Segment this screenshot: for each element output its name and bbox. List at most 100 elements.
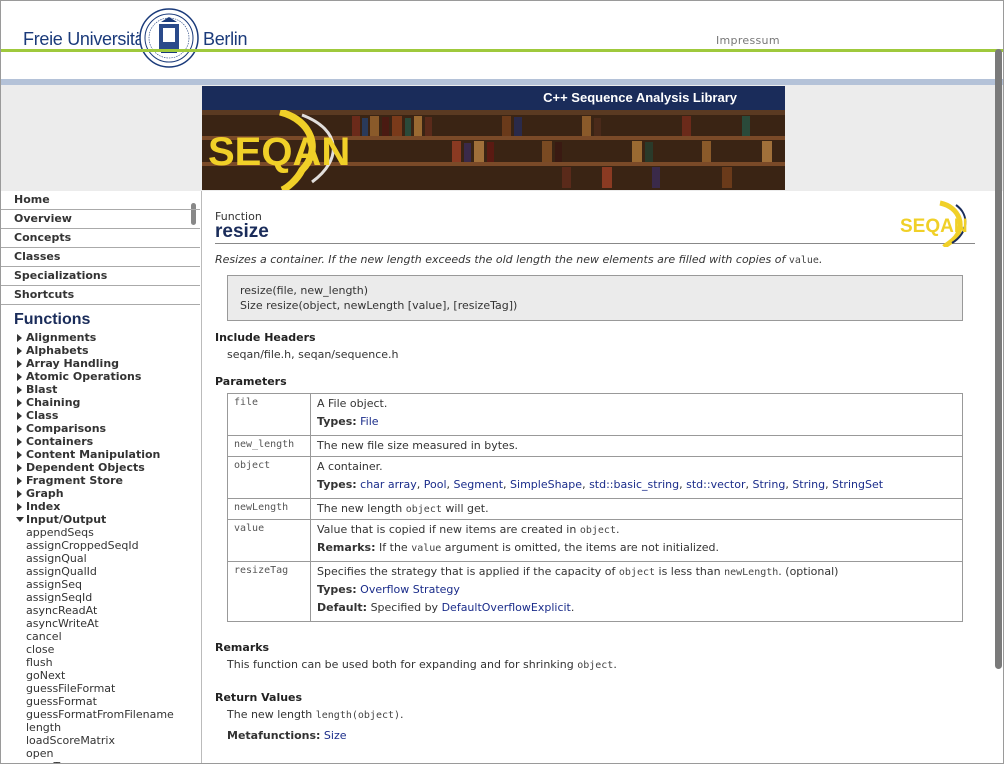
category-input-output[interactable]: Input/Output — [1, 513, 201, 526]
type-link[interactable]: Segment — [454, 478, 504, 491]
page-title: resize — [215, 221, 269, 242]
category-fragment-store[interactable]: Fragment Store — [1, 474, 201, 487]
expand-triangle-icon — [17, 347, 22, 355]
function-link-open[interactable]: open — [1, 747, 201, 760]
signature-line: Size resize(object, newLength [value], [… — [240, 299, 518, 312]
metafunctions-line: Metafunctions: Size — [227, 729, 347, 742]
return-body: The new length — [227, 708, 313, 721]
function-link-guessformatfromfilename[interactable]: guessFormatFromFilename — [1, 708, 201, 721]
type-link[interactable]: SimpleShape — [510, 478, 582, 491]
param-name: new_length — [227, 435, 311, 457]
table-row: resizeTag Specifies the strategy that is… — [227, 561, 963, 622]
function-link-assignqual[interactable]: assignQual — [1, 552, 201, 565]
category-alphabets[interactable]: Alphabets — [1, 344, 201, 357]
types-label: Types: — [317, 415, 357, 428]
remarks-end: . — [613, 658, 617, 671]
function-link-cancel[interactable]: cancel — [1, 630, 201, 643]
impressum-link[interactable]: Impressum — [716, 34, 780, 47]
functions-heading: Functions — [14, 311, 91, 328]
param-description: A File object. Types: File — [310, 393, 963, 436]
function-link-assignseq[interactable]: assignSeq — [1, 578, 201, 591]
title-divider — [215, 243, 975, 244]
default-label: Default: — [317, 601, 368, 614]
category-alignments[interactable]: Alignments — [1, 331, 201, 344]
function-link-guessformat[interactable]: guessFormat — [1, 695, 201, 708]
category-atomic-operations[interactable]: Atomic Operations — [1, 370, 201, 383]
category-dependent-objects[interactable]: Dependent Objects — [1, 461, 201, 474]
expand-triangle-icon — [17, 412, 22, 420]
seqan-logo-text: SEQAN — [208, 130, 350, 174]
type-link[interactable]: std::basic_string — [589, 478, 679, 491]
sidebar-item-shortcuts[interactable]: Shortcuts — [1, 286, 200, 305]
category-content-manipulation[interactable]: Content Manipulation — [1, 448, 201, 461]
param-description: Specifies the strategy that is applied i… — [310, 561, 963, 622]
seqan-banner: C++ Sequence Analysis Library SEQAN — [202, 86, 785, 190]
category-label: Alphabets — [26, 344, 89, 357]
category-array-handling[interactable]: Array Handling — [1, 357, 201, 370]
include-headers-value: seqan/file.h, seqan/sequence.h — [227, 348, 399, 361]
types-label: Types: — [317, 583, 357, 596]
default-text: Specified by — [370, 601, 439, 614]
table-row: value Value that is copied if new items … — [227, 519, 963, 562]
function-link-loadscorematrix[interactable]: loadScoreMatrix — [1, 734, 201, 747]
signature-box: resize(file, new_length) Size resize(obj… — [227, 275, 963, 321]
type-link[interactable]: char array — [360, 478, 417, 491]
type-link[interactable]: Overflow Strategy — [360, 583, 460, 596]
function-link-gonext[interactable]: goNext — [1, 669, 201, 682]
param-types: Types: File — [317, 415, 956, 428]
table-row: newLength The new length object will get… — [227, 498, 963, 520]
category-label: Content Manipulation — [26, 448, 161, 461]
type-link[interactable]: std::vector — [686, 478, 745, 491]
expand-triangle-icon — [17, 425, 22, 433]
remarks-text: If the — [379, 541, 408, 554]
function-link-length[interactable]: length — [1, 721, 201, 734]
function-link-assignseqid[interactable]: assignSeqId — [1, 591, 201, 604]
category-label: Dependent Objects — [26, 461, 145, 474]
sidebar-item-specializations[interactable]: Specializations — [1, 267, 200, 286]
type-link[interactable]: String — [792, 478, 825, 491]
function-link-guessfileformat[interactable]: guessFileFormat — [1, 682, 201, 695]
expand-triangle-icon — [17, 490, 22, 498]
param-name: newLength — [227, 498, 311, 520]
type-link[interactable]: File — [360, 415, 378, 428]
function-summary: Resizes a container. If the new length e… — [215, 253, 822, 266]
function-link-opentemp[interactable]: openTemp — [1, 760, 201, 763]
parameters-table: file A File object. Types: File new_leng… — [227, 393, 963, 622]
type-link[interactable]: Pool — [424, 478, 447, 491]
function-link-asyncwriteat[interactable]: asyncWriteAt — [1, 617, 201, 630]
function-link-flush[interactable]: flush — [1, 656, 201, 669]
metafunction-link[interactable]: Size — [324, 729, 347, 742]
function-link-appendseqs[interactable]: appendSeqs — [1, 526, 201, 539]
remarks-label: Remarks: — [317, 541, 376, 554]
category-index[interactable]: Index — [1, 500, 201, 513]
sidebar-item-classes[interactable]: Classes — [1, 248, 200, 267]
sidebar-item-home[interactable]: Home — [1, 191, 200, 210]
category-label: Array Handling — [26, 357, 120, 370]
type-link[interactable]: StringSet — [832, 478, 883, 491]
category-label: Blast — [26, 383, 58, 396]
types-label: Types: — [317, 478, 357, 491]
param-name: file — [227, 393, 311, 436]
function-link-assignqualid[interactable]: assignQualId — [1, 565, 201, 578]
sidebar-nav: Home Overview Concepts Classes Specializ… — [1, 191, 202, 763]
window-scrollbar[interactable] — [995, 49, 1002, 669]
function-link-assigncroppedseqid[interactable]: assignCroppedSeqId — [1, 539, 201, 552]
param-remarks: Remarks: If the value argument is omitte… — [317, 541, 956, 554]
category-comparisons[interactable]: Comparisons — [1, 422, 201, 435]
sidebar-item-overview[interactable]: Overview — [1, 210, 200, 229]
return-end: . — [400, 708, 404, 721]
main-content: Function resize SEQAN Resizes a containe… — [202, 191, 992, 763]
category-class[interactable]: Class — [1, 409, 201, 422]
desc-text: . — [615, 523, 620, 536]
param-description: The new file size measured in bytes. — [310, 435, 963, 457]
category-blast[interactable]: Blast — [1, 383, 201, 396]
sidebar-item-concepts[interactable]: Concepts — [1, 229, 200, 248]
category-graph[interactable]: Graph — [1, 487, 201, 500]
type-link[interactable]: String — [752, 478, 785, 491]
function-link-asyncreadat[interactable]: asyncReadAt — [1, 604, 201, 617]
default-link[interactable]: DefaultOverflowExplicit — [442, 601, 571, 614]
category-chaining[interactable]: Chaining — [1, 396, 201, 409]
function-link-close[interactable]: close — [1, 643, 201, 656]
param-name: value — [227, 519, 311, 562]
category-containers[interactable]: Containers — [1, 435, 201, 448]
